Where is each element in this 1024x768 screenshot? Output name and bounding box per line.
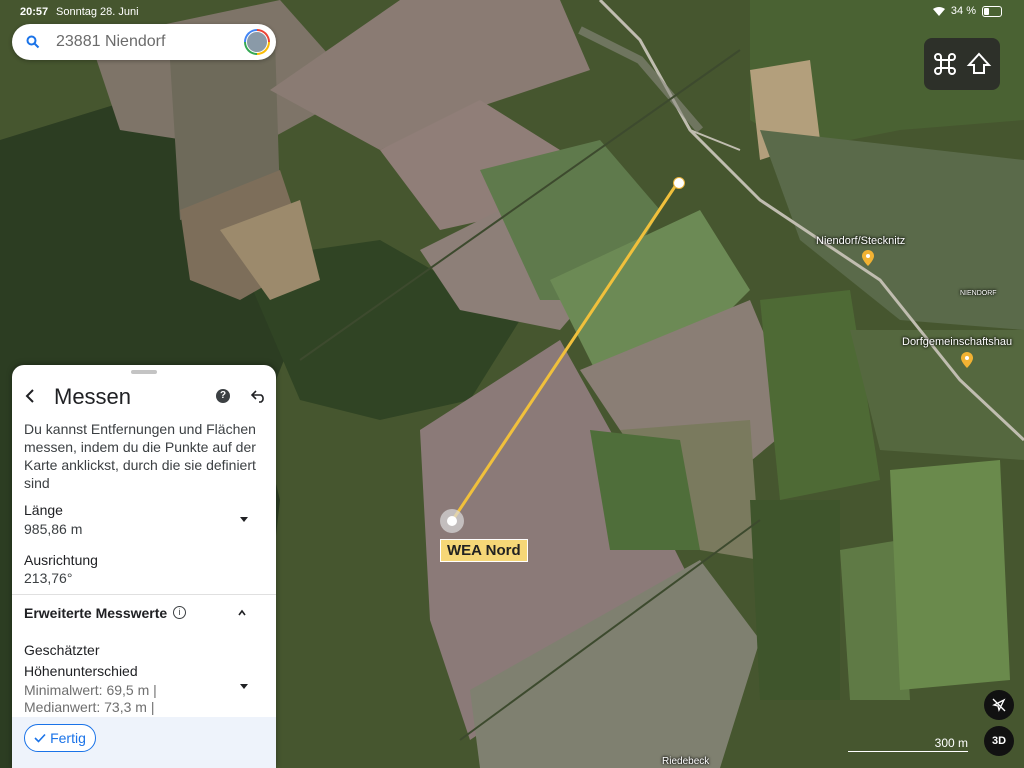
location-off-button[interactable]	[984, 690, 1014, 720]
elevation-dropdown-icon[interactable]	[240, 684, 248, 689]
3d-view-button[interactable]: 3D	[984, 726, 1014, 756]
length-unit-dropdown-icon[interactable]	[240, 517, 248, 522]
elevation-label-line1: Geschätzter	[24, 642, 100, 658]
length-value: 985,86 m	[24, 521, 83, 537]
battery-percent: 34 %	[950, 5, 976, 17]
scale-bar: 300 m	[848, 736, 968, 752]
done-label: Fertig	[50, 730, 86, 746]
status-date: Sonntag 28. Juni	[56, 6, 139, 18]
search-bar[interactable]: 23881 Niendorf	[12, 24, 276, 60]
panel-description: Du kannst Entfernungen und Flächen messe…	[24, 421, 256, 491]
battery-icon	[982, 5, 1002, 17]
check-icon	[34, 733, 46, 743]
panel-title: Messen	[54, 384, 132, 409]
measure-panel[interactable]: Messen ? Du kannst Entfernungen und Fläc…	[12, 365, 276, 768]
map-label-niendorf: NIENDORF	[960, 290, 997, 297]
elevation-label-line2: Höhenunterschied	[24, 663, 138, 679]
panel-drag-handle[interactable]	[131, 370, 157, 374]
back-icon[interactable]	[24, 389, 36, 403]
marker-label-wea-nord[interactable]: WEA Nord	[440, 539, 528, 562]
elevation-min: Minimalwert: 69,5 m |	[24, 682, 157, 698]
elevation-median: Medianwert: 73,3 m |	[24, 699, 155, 715]
place-pin-icon[interactable]	[961, 352, 973, 368]
help-icon[interactable]: ?	[216, 389, 230, 403]
info-icon[interactable]: i	[173, 606, 186, 619]
chevron-up-icon[interactable]	[238, 609, 246, 617]
search-icon	[26, 35, 40, 49]
search-input[interactable]: 23881 Niendorf	[56, 33, 244, 51]
status-time: 20:57	[20, 6, 49, 18]
measure-point-end[interactable]	[673, 177, 685, 189]
keyboard-shortcut-button[interactable]	[924, 38, 1000, 90]
done-button[interactable]: Fertig	[24, 724, 96, 752]
heading-label: Ausrichtung	[24, 552, 98, 568]
place-label-niendorf-stecknitz[interactable]: Niendorf/Stecknitz	[816, 235, 905, 247]
length-label: Länge	[24, 502, 63, 518]
place-label-dorfgemeinschaftshaus[interactable]: Dorfgemeinschaftshau	[902, 336, 1012, 348]
undo-icon[interactable]	[251, 389, 267, 403]
status-bar: 20:57 Sonntag 28. Juni 34 %	[0, 0, 1024, 24]
avatar[interactable]	[244, 29, 270, 55]
scale-label: 300 m	[934, 736, 968, 750]
map-label-riedebeck: Riedebeck	[662, 756, 710, 767]
heading-value: 213,76°	[24, 570, 73, 586]
divider	[12, 594, 276, 595]
measure-point-start[interactable]	[440, 509, 464, 533]
wifi-icon	[932, 6, 945, 16]
place-pin-icon[interactable]	[862, 250, 874, 266]
shift-icon	[966, 52, 992, 74]
command-icon	[934, 53, 956, 75]
advanced-measurements-toggle[interactable]: Erweiterte Messwerte	[24, 605, 167, 621]
location-off-icon	[992, 698, 1006, 712]
